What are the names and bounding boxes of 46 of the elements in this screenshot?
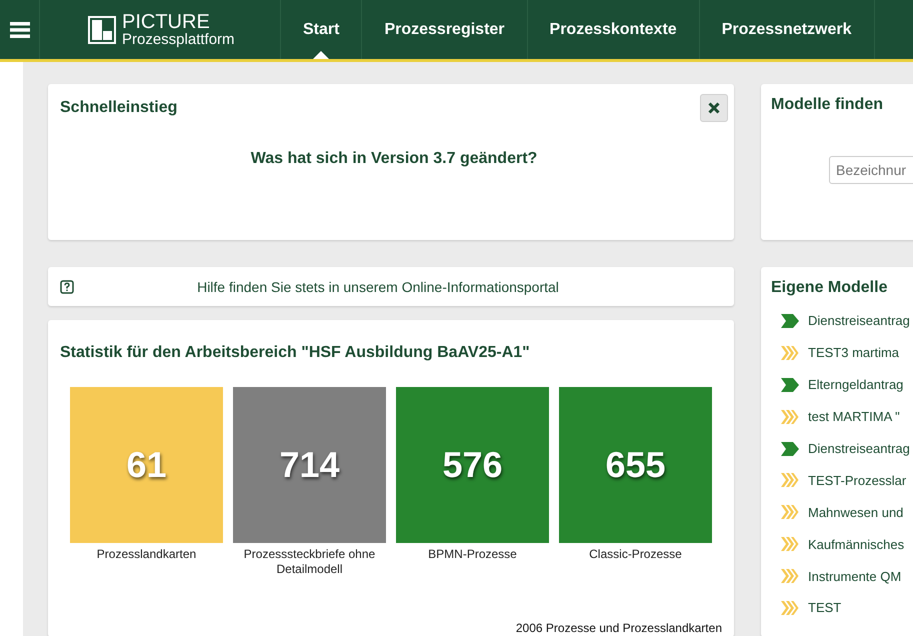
logo-icon bbox=[88, 16, 116, 44]
close-icon bbox=[708, 102, 720, 114]
chevrons-icon bbox=[781, 600, 799, 615]
process-icon bbox=[781, 314, 799, 328]
statistic-tile[interactable]: 714 bbox=[233, 387, 386, 543]
statistic-tile[interactable]: 655 bbox=[559, 387, 712, 543]
model-link[interactable]: test MARTIMA " bbox=[808, 409, 900, 424]
total-count: 2006 Prozesse und Prozesslandkarten bbox=[516, 621, 722, 635]
nav-tab[interactable]: Prozessnetzwerk bbox=[700, 0, 875, 59]
statistic-tile[interactable]: 576 bbox=[396, 387, 549, 543]
model-link[interactable]: Kaufmännisches bbox=[808, 536, 904, 552]
tile-label: BPMN-Prozesse bbox=[427, 547, 518, 562]
search-field[interactable]: Bezeichnur bbox=[829, 156, 913, 184]
menu-icon bbox=[10, 22, 30, 38]
tile-label: Prozesslandkarten bbox=[96, 547, 198, 562]
model-link[interactable]: Elterngeldantrag bbox=[808, 377, 904, 392]
chevrons-icon bbox=[781, 346, 799, 360]
model-link[interactable]: Mahnwesen und bbox=[808, 504, 904, 520]
chevrons-icon bbox=[781, 505, 799, 520]
logo-subtitle: Prozessplattform bbox=[122, 32, 235, 47]
card-title: Modelle finden bbox=[771, 96, 884, 114]
close-button[interactable] bbox=[700, 94, 728, 122]
nav-tab[interactable]: Prozessregister bbox=[362, 0, 528, 59]
help-icon bbox=[60, 280, 74, 294]
nav-tab[interactable]: Prozesskontexte bbox=[528, 0, 700, 59]
model-link[interactable]: TEST bbox=[808, 600, 842, 616]
model-link[interactable]: Instrumente QM bbox=[808, 568, 902, 584]
model-link[interactable]: Dienstreiseantrag bbox=[808, 441, 910, 456]
model-link[interactable]: TEST-Prozesslar bbox=[808, 472, 906, 488]
process-icon bbox=[781, 442, 799, 456]
logo-title: PICTURE bbox=[122, 12, 211, 32]
model-link[interactable]: TEST3 martima bbox=[808, 345, 900, 360]
tile-label: Classic-Prozesse bbox=[588, 547, 683, 562]
version-link[interactable]: Was hat sich in Version 3.7 geändert? bbox=[250, 150, 538, 168]
chevrons-icon bbox=[781, 537, 799, 552]
nav-tab[interactable]: Start bbox=[281, 0, 362, 59]
card-title: Statistik für den Arbeitsbereich "HSF Ausbildung BaAV25-A1" bbox=[60, 344, 531, 362]
tile-label: Prozesssteckbriefe ohne Detailmodell bbox=[242, 547, 376, 577]
card-title: Eigene Modelle bbox=[771, 279, 888, 296]
model-link[interactable]: Dienstreiseantrag bbox=[808, 313, 910, 328]
chevrons-icon bbox=[781, 473, 799, 488]
process-icon bbox=[781, 378, 799, 392]
card-title: Schnelleinstieg bbox=[60, 99, 178, 117]
help-link[interactable]: Hilfe finden Sie stets in unserem Online-Informationsportal bbox=[74, 278, 682, 294]
chevrons-icon bbox=[781, 410, 799, 424]
chevrons-icon bbox=[781, 569, 799, 584]
